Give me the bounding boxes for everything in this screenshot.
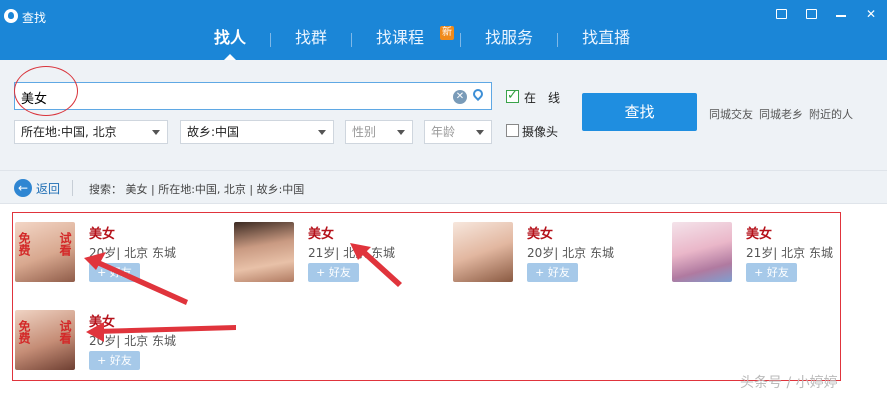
feedback-icon[interactable] xyxy=(775,8,787,20)
minimize-button[interactable] xyxy=(835,8,847,20)
age-placeholder: 年龄 xyxy=(431,125,456,139)
result-meta: 21岁| 北京 东城 xyxy=(746,246,833,260)
back-label: 返回 xyxy=(36,181,61,196)
location-pin-icon[interactable] xyxy=(470,86,486,102)
tab-find-service[interactable]: 找服务 xyxy=(461,26,557,54)
breadcrumb: ← 返回 搜索： 美女 | 所在地:中国, 北京 | 故乡:中国 xyxy=(0,170,887,204)
result-meta: 20岁| 北京 东城 xyxy=(89,246,176,260)
result-name[interactable]: 美女 xyxy=(746,223,772,242)
gender-placeholder: 性别 xyxy=(352,125,377,139)
tab-find-live[interactable]: 找直播 xyxy=(558,26,654,54)
window-title: 查找 xyxy=(22,11,47,25)
link-city-friends[interactable]: 同城交友 xyxy=(709,106,753,122)
clear-icon[interactable]: ✕ xyxy=(453,90,467,104)
result-meta: 20岁| 北京 东城 xyxy=(527,246,614,260)
camera-label: 摄像头 xyxy=(522,125,559,139)
location-value: 所在地:中国, 北京 xyxy=(21,125,117,139)
location-select[interactable]: 所在地:中国, 北京 xyxy=(14,120,168,144)
close-button[interactable]: ✕ xyxy=(865,8,877,20)
avatar[interactable]: 免费 试看 xyxy=(15,310,75,370)
avatar-tag: 试看 xyxy=(58,232,72,256)
lock-icon[interactable] xyxy=(805,8,817,20)
avatar-tag: 免费 xyxy=(17,320,31,344)
avatar[interactable] xyxy=(453,222,513,282)
avatar[interactable] xyxy=(234,222,294,282)
search-box[interactable]: ✕ xyxy=(14,82,492,110)
tab-find-course[interactable]: 找课程 新 xyxy=(352,26,460,54)
result-card[interactable]: 美女 20岁| 北京 东城 + 好友 xyxy=(453,222,653,284)
avatar[interactable] xyxy=(672,222,732,282)
result-card[interactable]: 美女 21岁| 北京 东城 + 好友 xyxy=(672,222,872,284)
search-summary: 搜索： 美女 | 所在地:中国, 北京 | 故乡:中国 xyxy=(89,183,305,196)
watermark: 头条号 / 小婷婷 xyxy=(740,375,838,391)
search-input[interactable] xyxy=(21,87,441,107)
result-name[interactable]: 美女 xyxy=(89,311,115,330)
highlight-circle xyxy=(14,66,78,116)
age-select[interactable]: 年龄 xyxy=(424,120,492,144)
window-controls: ✕ xyxy=(775,8,877,20)
add-friend-button[interactable]: + 好友 xyxy=(308,263,359,282)
result-card[interactable]: 免费 试看 美女 20岁| 北京 东城 + 好友 xyxy=(15,222,215,284)
chevron-down-icon xyxy=(152,130,160,135)
add-friend-button[interactable]: + 好友 xyxy=(89,351,140,370)
title-bar: 查找 ✕ 找人 找群 找课程 新 找服务 找直播 xyxy=(0,0,887,60)
tab-label: 找课程 xyxy=(376,28,425,47)
chevron-down-icon xyxy=(476,130,484,135)
qq-logo-icon xyxy=(4,9,18,23)
avatar[interactable]: 免费 试看 xyxy=(15,222,75,282)
gender-select[interactable]: 性别 xyxy=(345,120,413,144)
avatar-tag: 免费 xyxy=(17,232,31,256)
link-hometown-friends[interactable]: 同城老乡 xyxy=(759,106,803,122)
search-panel: ✕ 所在地:中国, 北京 故乡:中国 性别 年龄 在 线 摄像头 查找 同城交友… xyxy=(0,60,887,170)
result-meta: 21岁| 北京 东城 xyxy=(308,246,395,260)
link-nearby-people[interactable]: 附近的人 xyxy=(809,106,853,122)
chevron-down-icon xyxy=(397,130,405,135)
divider xyxy=(72,180,73,196)
new-badge: 新 xyxy=(440,26,455,40)
add-friend-button[interactable]: + 好友 xyxy=(527,263,578,282)
chevron-down-icon xyxy=(318,130,326,135)
tab-bar: 找人 找群 找课程 新 找服务 找直播 xyxy=(190,26,654,60)
add-friend-button[interactable]: + 好友 xyxy=(746,263,797,282)
camera-checkbox[interactable] xyxy=(506,124,519,137)
tab-find-group[interactable]: 找群 xyxy=(271,26,351,54)
find-button[interactable]: 查找 xyxy=(582,93,697,131)
result-name[interactable]: 美女 xyxy=(89,223,115,242)
tab-find-people[interactable]: 找人 xyxy=(190,26,270,60)
back-button[interactable]: ← 返回 xyxy=(14,179,60,197)
add-friend-button[interactable]: + 好友 xyxy=(89,263,140,282)
online-checkbox[interactable] xyxy=(506,88,519,103)
hometown-select[interactable]: 故乡:中国 xyxy=(180,120,334,144)
avatar-tag: 试看 xyxy=(58,320,72,344)
quick-links: 同城交友 同城老乡 附近的人 xyxy=(709,106,853,122)
result-card[interactable]: 免费 试看 美女 20岁| 北京 东城 + 好友 xyxy=(15,310,215,372)
hometown-value: 故乡:中国 xyxy=(187,125,240,139)
result-meta: 20岁| 北京 东城 xyxy=(89,334,176,348)
result-name[interactable]: 美女 xyxy=(527,223,553,242)
result-card[interactable]: 美女 21岁| 北京 东城 + 好友 xyxy=(234,222,434,284)
arrow-left-icon: ← xyxy=(14,179,32,197)
online-label: 在 线 xyxy=(524,91,561,105)
result-name[interactable]: 美女 xyxy=(308,223,334,242)
